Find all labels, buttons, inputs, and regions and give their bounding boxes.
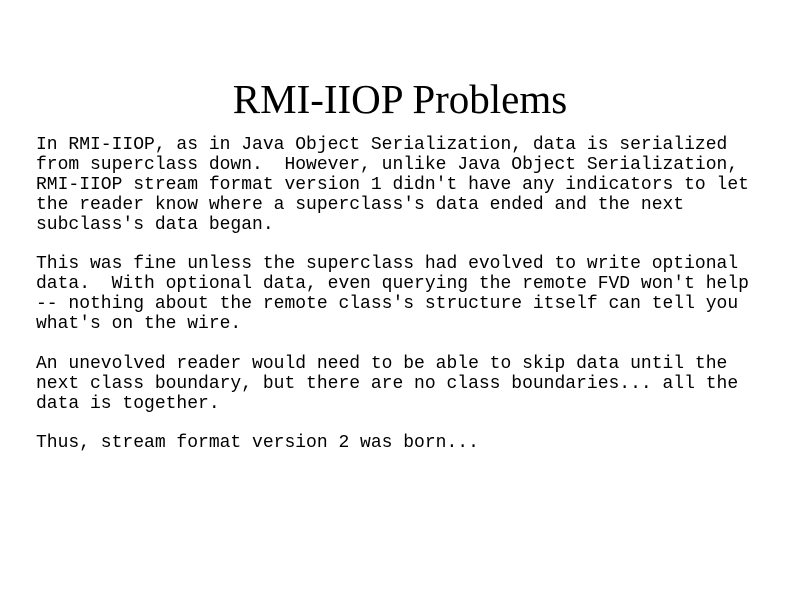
paragraph-1: In RMI-IIOP, as in Java Object Serializa…: [36, 135, 776, 235]
paragraph-line: what's on the wire.: [36, 314, 242, 335]
paragraph-2: This was fine unless the superclass had …: [36, 254, 776, 335]
paragraph-line: In RMI-IIOP, as in Java Object Serializa…: [36, 135, 728, 155]
paragraph-3: An unevolved reader would need to be abl…: [36, 353, 776, 415]
paragraph-line: RMI-IIOP stream format version 1 didn't …: [36, 174, 749, 195]
paragraph-line: subclass's data began.: [36, 214, 274, 235]
slide-title: RMI-IIOP Problems: [232, 76, 568, 122]
paragraph-line: from superclass down. However, unlike Ja…: [36, 154, 739, 175]
paragraph-line: next class boundary, but there are no cl…: [36, 373, 739, 394]
slide: RMI-IIOP Problems In RMI-IIOP, as in Jav…: [0, 0, 800, 600]
paragraph-line: This was fine unless the superclass had …: [36, 254, 739, 275]
paragraph-line: data. With optional data, even querying …: [36, 274, 749, 295]
paragraph-line: An unevolved reader would need to be abl…: [36, 353, 728, 374]
paragraph-line: Thus, stream format version 2 was born..…: [36, 433, 479, 454]
paragraph-line: the reader know where a superclass's dat…: [36, 194, 685, 215]
slide-body: In RMI-IIOP, as in Java Object Serializa…: [36, 135, 776, 474]
paragraph-line: -- nothing about the remote class's stru…: [36, 294, 739, 315]
paragraph-4: Thus, stream format version 2 was born..…: [36, 433, 776, 454]
paragraph-line: data is together.: [36, 393, 220, 414]
